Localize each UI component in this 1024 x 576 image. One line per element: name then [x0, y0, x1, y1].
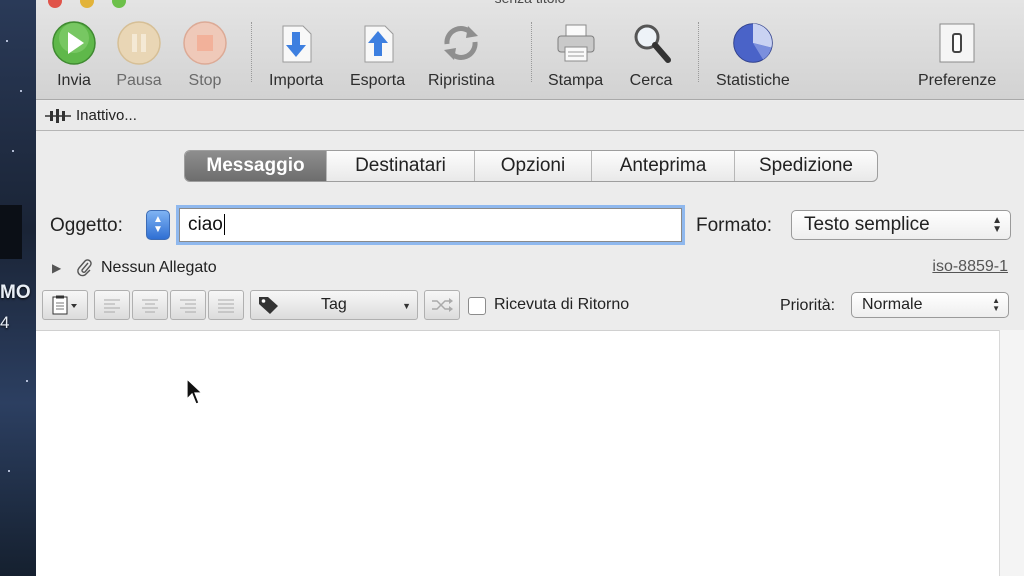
- magnifier-icon: [628, 20, 674, 66]
- align-right-button[interactable]: [170, 290, 206, 320]
- restore-icon: [438, 20, 484, 66]
- window-title: senza titolo: [36, 0, 1024, 10]
- align-right-icon: [180, 299, 196, 313]
- updown-arrows-icon: ▲ ▼: [992, 215, 1002, 235]
- justify-button[interactable]: [208, 290, 244, 320]
- priorita-select[interactable]: Normale ▲ ▼: [851, 292, 1009, 318]
- stop-button[interactable]: Stop: [182, 20, 228, 90]
- pie-chart-icon: [730, 20, 776, 66]
- cerca-label: Cerca: [629, 72, 673, 89]
- activity-icon: [45, 108, 71, 123]
- preferenze-label: Preferenze: [918, 72, 997, 89]
- clipboard-icon: [52, 295, 77, 315]
- tag-popup[interactable]: Tag ▼: [250, 290, 418, 320]
- status-bar: Inattivo...: [36, 101, 1024, 131]
- justify-icon: [218, 299, 234, 313]
- tab-bar: Messaggio Destinatari Opzioni Anteprima …: [184, 150, 878, 182]
- export-icon: [355, 20, 401, 66]
- updown-arrows-icon: ▲ ▼: [992, 296, 1000, 313]
- priorita-value: Normale: [862, 296, 923, 313]
- formato-select[interactable]: Testo semplice ▲ ▼: [791, 210, 1011, 240]
- paperclip-icon: [77, 259, 92, 277]
- importa-label: Importa: [269, 72, 324, 89]
- tab-spedizione[interactable]: Spedizione: [734, 151, 877, 181]
- cerca-button[interactable]: Cerca: [628, 20, 674, 90]
- formato-label: Formato:: [696, 215, 773, 236]
- align-left-icon: [104, 299, 120, 313]
- invia-button[interactable]: Invia: [51, 20, 97, 90]
- statistiche-button[interactable]: Statistiche: [716, 20, 790, 90]
- mail-window: senza titolo Invia Pausa: [36, 0, 1024, 576]
- tag-label: Tag: [321, 296, 347, 313]
- statistiche-label: Statistiche: [716, 72, 790, 89]
- stop-icon: [182, 20, 228, 66]
- oggetto-label: Oggetto:: [50, 215, 123, 236]
- pausa-label: Pausa: [116, 72, 162, 89]
- tag-icon: [259, 297, 278, 314]
- subject-input[interactable]: ciao: [179, 208, 682, 242]
- mouse-pointer-icon: [186, 378, 204, 405]
- compose-area: Messaggio Destinatari Opzioni Anteprima …: [36, 132, 1024, 576]
- shuffle-icon: [432, 298, 453, 312]
- subject-row: Oggetto: ▲ ▼ ciao Formato: Testo semplic…: [36, 208, 1024, 242]
- desktop-background: MO 4: [0, 0, 36, 576]
- charset-link[interactable]: iso-8859-1: [932, 258, 1008, 276]
- tab-messaggio[interactable]: Messaggio: [185, 151, 326, 181]
- align-center-button[interactable]: [132, 290, 168, 320]
- esporta-label: Esporta: [350, 72, 406, 89]
- switch-icon: [934, 20, 980, 66]
- tab-destinatari[interactable]: Destinatari: [326, 151, 474, 181]
- attachment-label: Nessun Allegato: [101, 259, 217, 276]
- preferenze-button[interactable]: Preferenze: [918, 20, 996, 90]
- import-icon: [273, 20, 319, 66]
- attachment-row: ▶ Nessun Allegato iso-8859-1: [36, 258, 1024, 280]
- toolbar-separator: [531, 22, 532, 82]
- desktop-window-fragment: [0, 205, 22, 259]
- subject-value: ciao: [188, 214, 223, 235]
- star: [26, 380, 28, 382]
- importa-button[interactable]: Importa: [269, 20, 323, 90]
- message-body-textarea[interactable]: [36, 330, 999, 576]
- star: [12, 150, 14, 152]
- invia-label: Invia: [57, 72, 91, 89]
- desktop-label-number: 4: [0, 313, 10, 332]
- star: [20, 90, 22, 92]
- toolbar: senza titolo Invia Pausa: [36, 0, 1024, 100]
- stampa-button[interactable]: Stampa: [548, 20, 603, 90]
- oggetto-stepper[interactable]: ▲ ▼: [146, 210, 170, 240]
- ricevuta-label: Ricevuta di Ritorno: [494, 296, 630, 313]
- pausa-button[interactable]: Pausa: [116, 20, 162, 90]
- align-left-button[interactable]: [94, 290, 130, 320]
- ripristina-button[interactable]: Ripristina: [428, 20, 495, 90]
- star: [8, 470, 10, 472]
- status-text: Inattivo...: [76, 107, 137, 124]
- stop-label: Stop: [188, 72, 222, 89]
- clipboard-button[interactable]: [42, 290, 88, 320]
- formato-value: Testo semplice: [804, 214, 930, 235]
- esporta-button[interactable]: Esporta: [350, 20, 405, 90]
- align-center-icon: [142, 299, 158, 313]
- tab-anteprima[interactable]: Anteprima: [591, 151, 734, 181]
- chevron-down-icon: ▼: [153, 224, 163, 235]
- ripristina-label: Ripristina: [428, 72, 495, 89]
- toolbar-separator: [251, 22, 252, 82]
- desktop-label: MO: [0, 282, 31, 303]
- text-caret: [223, 214, 225, 235]
- toolbar-separator: [698, 22, 699, 82]
- format-bar: Tag ▼ Ricevuta di Ritorno Priorità: Norm…: [36, 288, 1024, 322]
- disclosure-triangle-icon[interactable]: ▶: [52, 261, 61, 275]
- tab-opzioni[interactable]: Opzioni: [474, 151, 591, 181]
- pause-icon: [116, 20, 162, 66]
- star: [6, 40, 8, 42]
- dropdown-arrow-icon: ▼: [402, 301, 411, 311]
- ricevuta-checkbox[interactable]: [468, 297, 486, 315]
- stampa-label: Stampa: [548, 72, 604, 89]
- shuffle-button[interactable]: [424, 290, 460, 320]
- vertical-scrollbar[interactable]: [999, 330, 1024, 576]
- play-icon: [51, 20, 97, 66]
- priorita-label: Priorità:: [780, 297, 836, 314]
- printer-icon: [553, 20, 599, 66]
